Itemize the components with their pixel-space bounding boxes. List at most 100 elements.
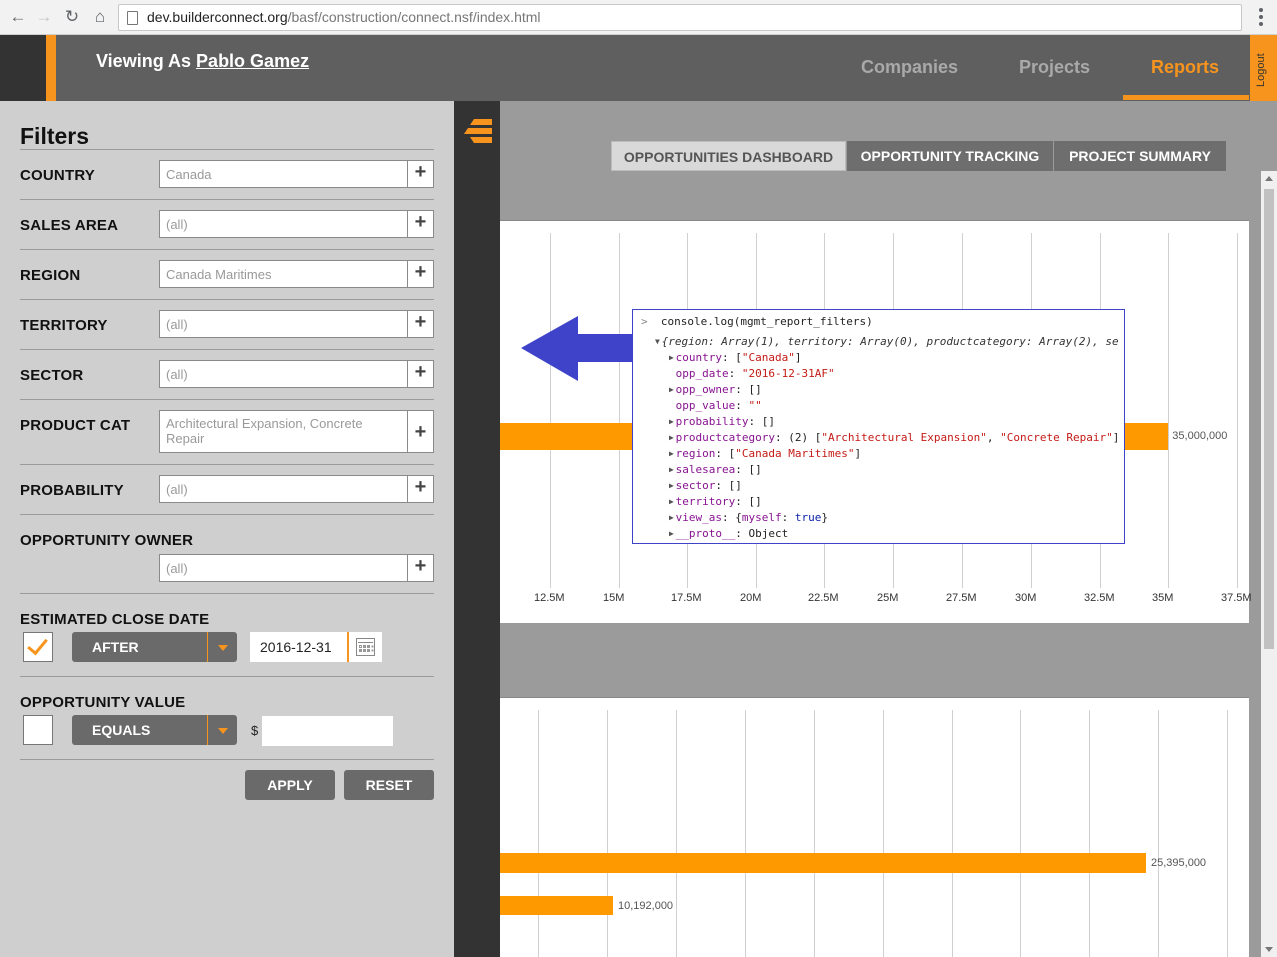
home-icon[interactable]: ⌂ — [89, 6, 111, 28]
console-property-salesarea[interactable]: ▶ salesarea: [] — [669, 463, 762, 477]
gridline — [550, 233, 551, 588]
opp-value-input[interactable] — [262, 716, 393, 746]
reload-icon[interactable]: ↻ — [61, 6, 83, 28]
chevron-down-icon — [218, 728, 228, 734]
tab-project-summary[interactable]: PROJECT SUMMARY — [1054, 141, 1226, 171]
tab-opportunity-tracking[interactable]: OPPORTUNITY TRACKING — [847, 141, 1053, 171]
calendar-button[interactable] — [349, 632, 382, 662]
sector-field[interactable]: (all) + — [159, 360, 434, 388]
gridline — [1020, 710, 1021, 957]
divider — [20, 676, 434, 677]
expand-triangle-icon[interactable]: ▶ — [669, 431, 674, 445]
country-field[interactable]: Canada + — [159, 160, 434, 188]
divider — [20, 149, 434, 150]
expand-triangle-icon[interactable]: ▶ — [669, 495, 674, 509]
console-property-country[interactable]: ▶ country: ["Canada"] — [669, 351, 801, 365]
viewing-as: Viewing As Pablo Gamez — [96, 51, 309, 72]
console-value: [] — [748, 495, 762, 508]
expand-triangle-icon[interactable]: ▶ — [669, 415, 674, 429]
expand-triangle-icon[interactable]: ▶ — [669, 511, 674, 525]
reset-button[interactable]: RESET — [344, 770, 434, 800]
nav-reports[interactable]: Reports — [1151, 57, 1219, 78]
close-date-checkbox[interactable] — [23, 632, 53, 662]
plus-icon[interactable]: + — [407, 161, 433, 187]
gridline — [619, 233, 620, 588]
forward-icon[interactable]: → — [33, 6, 55, 28]
console-property-region[interactable]: ▶ region: ["Canada Maritimes"] — [669, 447, 861, 461]
console-property-sector[interactable]: ▶ sector: [] — [669, 479, 742, 493]
console-property---proto--[interactable]: ▶ __proto__: Object — [669, 527, 788, 541]
scroll-down-icon[interactable] — [1265, 947, 1273, 952]
nav-companies[interactable]: Companies — [861, 57, 958, 78]
filter-label-close-date: ESTIMATED CLOSE DATE — [20, 611, 210, 628]
divider — [20, 399, 434, 400]
opp-value-checkbox[interactable] — [23, 715, 53, 745]
address-bar[interactable]: dev.builderconnect.org/basf/construction… — [118, 4, 1242, 31]
console-value: ["Canada Maritimes"] — [728, 447, 862, 460]
nav-projects[interactable]: Projects — [1019, 57, 1090, 78]
chart-bar[interactable] — [500, 896, 613, 915]
plus-icon[interactable]: + — [407, 411, 433, 452]
collapse-panel-icon[interactable] — [462, 117, 492, 147]
close-date-input[interactable]: 2016-12-31 — [250, 632, 349, 662]
x-tick-label: 20M — [740, 592, 762, 604]
chart-card-header — [500, 181, 1249, 221]
plus-icon[interactable]: + — [407, 476, 433, 502]
checkmark-icon — [27, 633, 48, 656]
sales-area-field[interactable]: (all) + — [159, 210, 434, 238]
opportunity-owner-field[interactable]: (all) + — [159, 554, 434, 582]
scrollbar[interactable] — [1261, 171, 1277, 957]
tab-opportunities-dashboard[interactable]: OPPORTUNITIES DASHBOARD — [611, 141, 846, 171]
x-tick-label: 12.5M — [534, 592, 565, 604]
back-icon[interactable]: ← — [7, 6, 29, 28]
console-summary-line[interactable]: ▼ {region: Array(1), territory: Array(0)… — [655, 335, 1119, 349]
opportunity-owner-value: (all) — [166, 561, 188, 576]
gridline — [814, 710, 815, 957]
scroll-thumb[interactable] — [1264, 189, 1274, 649]
divider — [20, 249, 434, 250]
expand-triangle-icon[interactable]: ▶ — [669, 527, 674, 541]
x-tick-label: 27.5M — [946, 592, 977, 604]
console-value: [] — [748, 463, 762, 476]
chart-card-2: 25,395,000 10,192,000 — [500, 658, 1249, 957]
divider — [20, 593, 434, 594]
x-tick-label: 25M — [877, 592, 899, 604]
close-date-operator-select[interactable]: AFTER — [72, 632, 237, 662]
console-key: opp_value — [675, 399, 736, 412]
filter-label-territory: TERRITORY — [20, 317, 108, 334]
console-property-productcategory[interactable]: ▶ productcategory: (2) ["Architectural E… — [669, 431, 1119, 445]
viewing-as-user-link[interactable]: Pablo Gamez — [196, 51, 309, 71]
region-field[interactable]: Canada Maritimes + — [159, 260, 434, 288]
expand-triangle-icon[interactable]: ▶ — [669, 351, 674, 365]
scroll-up-icon[interactable] — [1265, 176, 1273, 181]
apply-button[interactable]: APPLY — [245, 770, 335, 800]
plus-icon[interactable]: + — [407, 311, 433, 337]
console-value: {myself: true} — [735, 511, 828, 524]
plus-icon[interactable]: + — [407, 261, 433, 287]
console-key: sector — [675, 479, 716, 492]
filters-title: Filters — [20, 123, 90, 149]
gridline — [745, 710, 746, 957]
plus-icon[interactable]: + — [407, 555, 433, 581]
expand-triangle-icon[interactable]: ▶ — [669, 447, 674, 461]
console-property-view-as[interactable]: ▶ view_as: {myself: true} — [669, 511, 828, 525]
probability-field[interactable]: (all) + — [159, 475, 434, 503]
chart-bar[interactable] — [500, 853, 1146, 873]
expand-triangle-icon[interactable]: ▶ — [669, 479, 674, 493]
console-property-opp-owner[interactable]: ▶ opp_owner: [] — [669, 383, 762, 397]
console-value: Object — [748, 527, 789, 540]
logout-button[interactable]: Logout — [1250, 35, 1277, 101]
header-accent-bar — [46, 35, 56, 101]
plus-icon[interactable]: + — [407, 211, 433, 237]
expand-triangle-icon[interactable]: ▶ — [669, 463, 674, 477]
product-cat-field[interactable]: Architectural Expansion, Concrete Repair… — [159, 410, 434, 453]
browser-menu-icon[interactable] — [1259, 8, 1263, 26]
plus-icon[interactable]: + — [407, 361, 433, 387]
console-key: territory — [675, 495, 736, 508]
console-property-territory[interactable]: ▶ territory: [] — [669, 495, 762, 509]
console-property-probability[interactable]: ▶ probability: [] — [669, 415, 775, 429]
expand-triangle-icon[interactable]: ▶ — [669, 383, 674, 397]
territory-field[interactable]: (all) + — [159, 310, 434, 338]
opp-value-operator-select[interactable]: EQUALS — [72, 715, 237, 745]
page-icon — [127, 11, 138, 25]
